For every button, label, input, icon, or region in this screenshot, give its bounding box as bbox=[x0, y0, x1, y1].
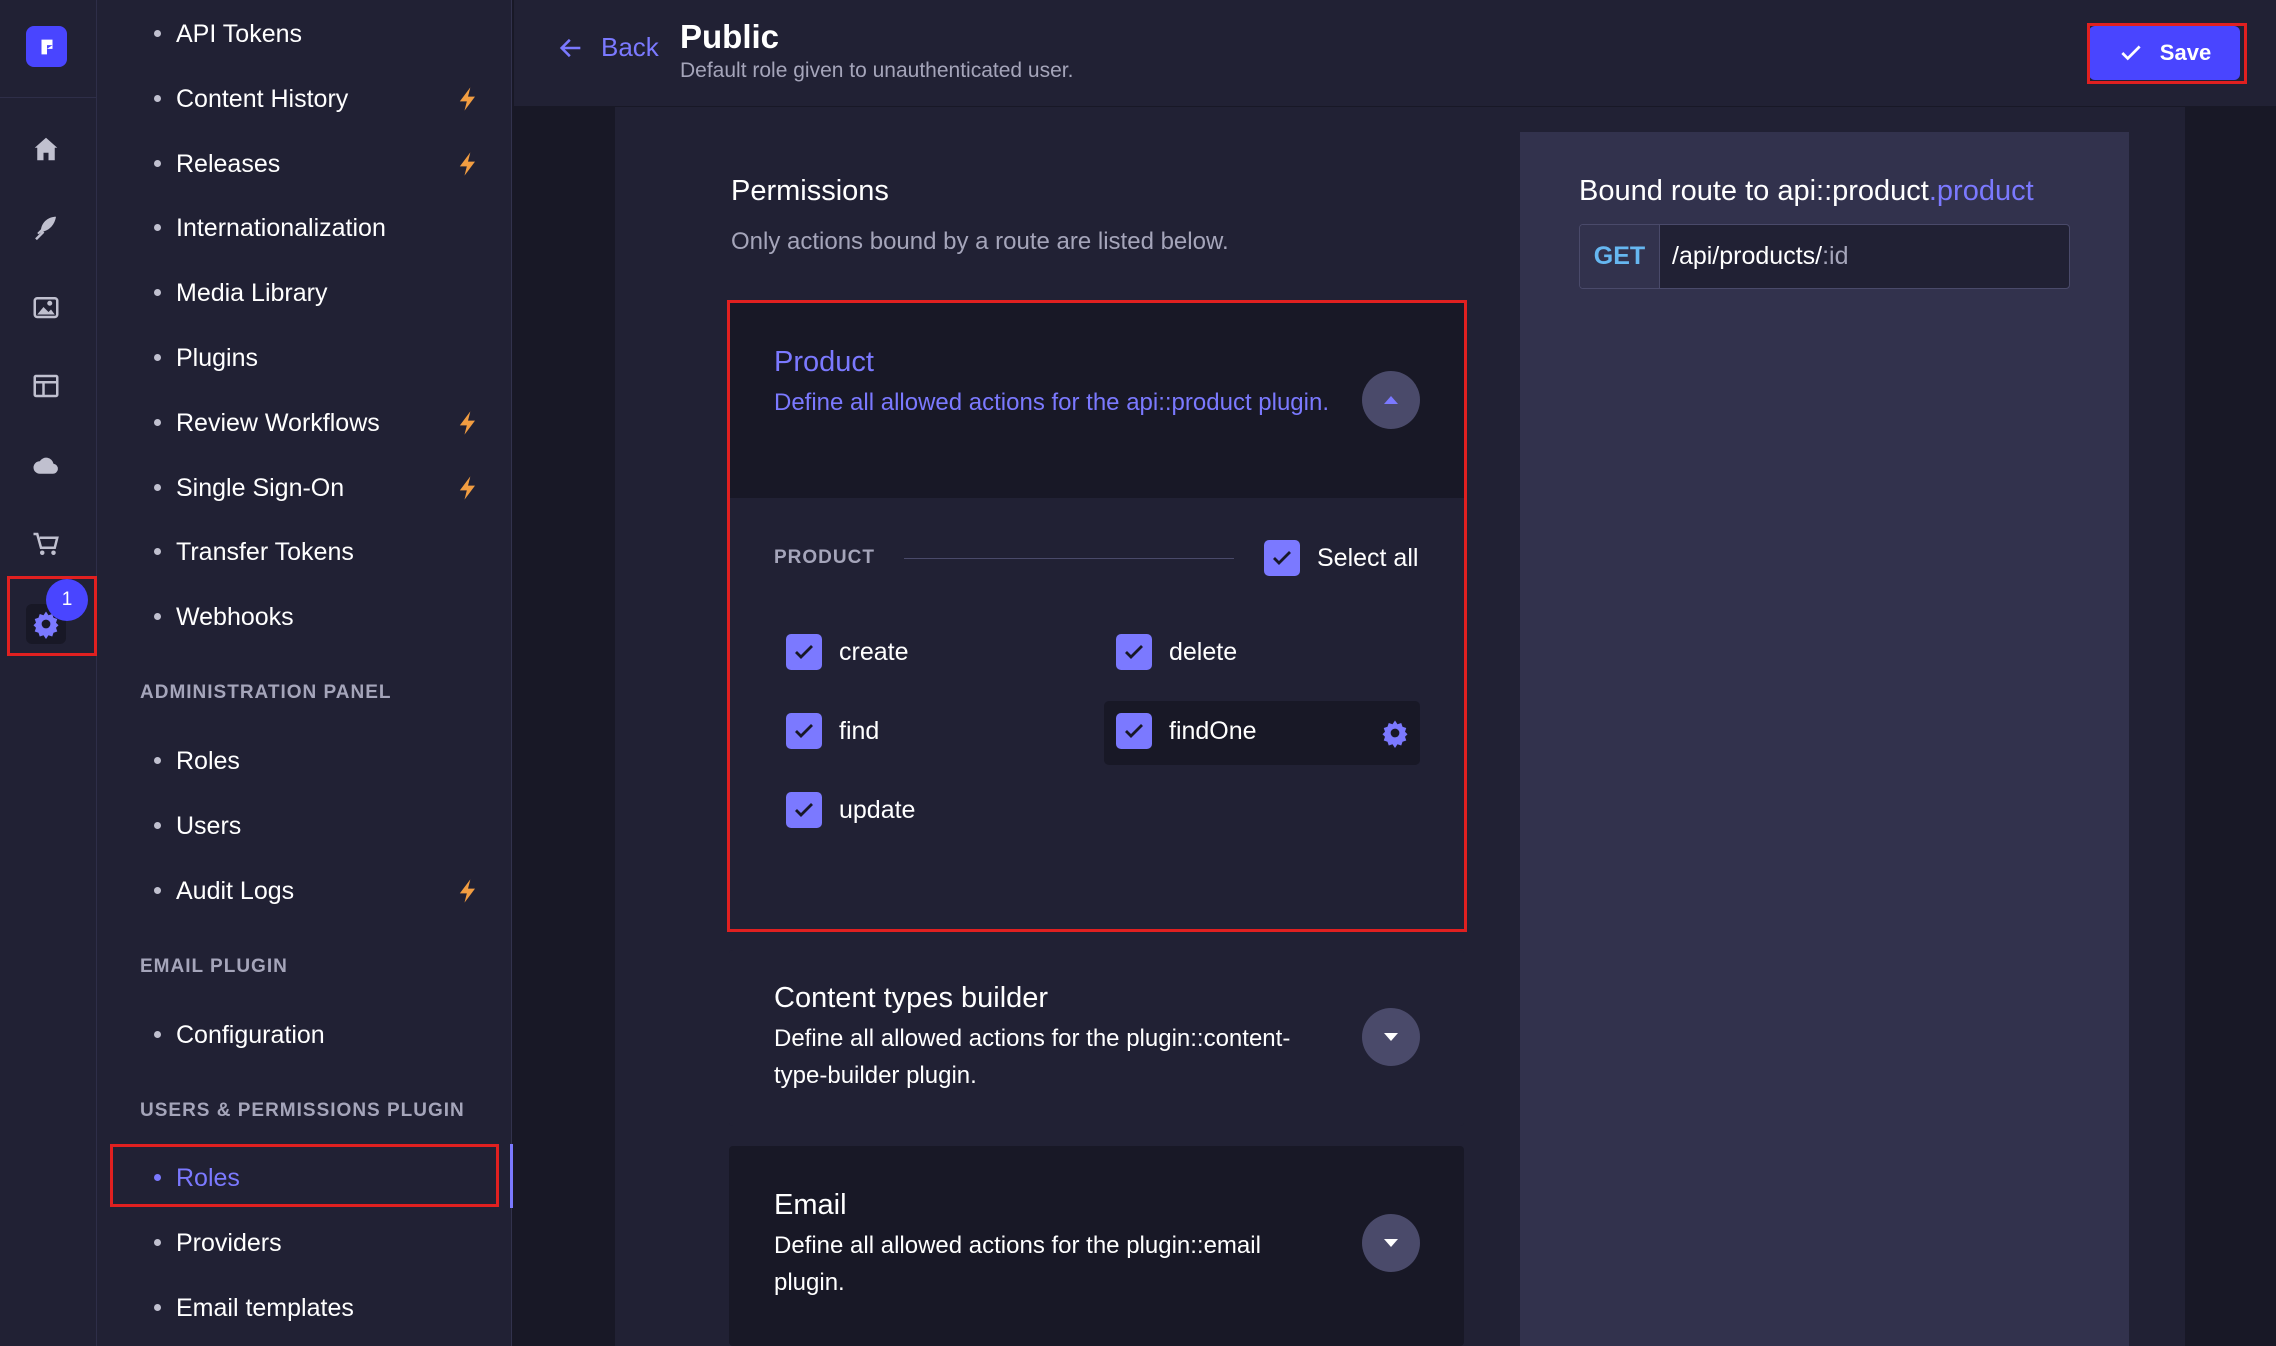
bullet-icon bbox=[154, 822, 161, 829]
checkbox-checked-icon bbox=[1116, 634, 1152, 670]
action-findone-checkbox[interactable]: findOne bbox=[1116, 713, 1257, 749]
bound-route-title: Bound route to api::product.product bbox=[1579, 175, 2034, 207]
nav-section-users-permissions: USERS & PERMISSIONS PLUGIN bbox=[140, 1100, 465, 1121]
bullet-icon bbox=[154, 95, 161, 102]
nav-item-email-templates[interactable]: Email templates bbox=[97, 1280, 512, 1336]
product-accordion-header[interactable]: Product Define all allowed actions for t… bbox=[729, 303, 1464, 498]
arrow-left-icon bbox=[559, 38, 581, 57]
action-create-checkbox[interactable]: create bbox=[786, 634, 908, 670]
nav-item-releases[interactable]: Releases bbox=[97, 136, 512, 192]
accordion-description: Define all allowed actions for the plugi… bbox=[774, 1232, 1261, 1296]
lightning-icon bbox=[459, 152, 475, 176]
permissions-title: Permissions bbox=[731, 175, 889, 207]
bullet-icon bbox=[154, 484, 161, 491]
nav-item-review-workflows[interactable]: Review Workflows bbox=[97, 395, 512, 451]
checkbox-checked-icon bbox=[786, 713, 822, 749]
bullet-icon bbox=[154, 613, 161, 620]
bullet-icon bbox=[154, 548, 161, 555]
http-method-badge: GET bbox=[1580, 225, 1660, 288]
nav-item-webhooks[interactable]: Webhooks bbox=[97, 589, 512, 645]
bullet-icon bbox=[154, 224, 161, 231]
expand-toggle[interactable] bbox=[1362, 1008, 1420, 1066]
nav-item-admin-roles[interactable]: Roles bbox=[97, 733, 512, 789]
expand-toggle[interactable] bbox=[1362, 1214, 1420, 1272]
chevron-down-icon bbox=[1384, 1033, 1398, 1041]
accordion-description: Define all allowed actions for the api::… bbox=[774, 389, 1329, 416]
accordion-description: Define all allowed actions for the plugi… bbox=[774, 1025, 1291, 1089]
layout-icon[interactable] bbox=[26, 366, 66, 406]
nav-item-plugins[interactable]: Plugins bbox=[97, 330, 512, 386]
checkbox-checked-icon bbox=[1264, 540, 1300, 576]
nav-item-media-library[interactable]: Media Library bbox=[97, 265, 512, 321]
bullet-icon bbox=[154, 1239, 161, 1246]
nav-item-single-sign-on[interactable]: Single Sign-On bbox=[97, 460, 512, 516]
content-types-builder-accordion[interactable]: Content types builder Define all allowed… bbox=[729, 950, 1464, 1126]
lightning-icon bbox=[459, 87, 475, 111]
controller-label: PRODUCT bbox=[774, 547, 875, 568]
logo-icon[interactable] bbox=[26, 26, 67, 67]
action-delete-checkbox[interactable]: delete bbox=[1116, 634, 1237, 670]
home-icon[interactable] bbox=[26, 129, 66, 169]
checkbox-checked-icon bbox=[786, 634, 822, 670]
active-indicator bbox=[510, 1144, 513, 1208]
rail-divider bbox=[0, 97, 97, 98]
bullet-icon bbox=[154, 419, 161, 426]
feather-icon[interactable] bbox=[26, 208, 66, 248]
checkbox-checked-icon bbox=[786, 792, 822, 828]
permissions-subtitle: Only actions bound by a route are listed… bbox=[731, 228, 1229, 255]
divider bbox=[904, 558, 1234, 559]
check-icon bbox=[2121, 45, 2141, 61]
action-update-checkbox[interactable]: update bbox=[786, 792, 915, 828]
bullet-icon bbox=[154, 1304, 161, 1311]
bullet-icon bbox=[154, 354, 161, 361]
page-subtitle: Default role given to unauthenticated us… bbox=[680, 59, 1074, 82]
nav-item-api-tokens[interactable]: API Tokens bbox=[97, 6, 512, 62]
bound-route-panel bbox=[1520, 132, 2129, 1346]
bullet-icon bbox=[154, 887, 161, 894]
bullet-icon bbox=[154, 30, 161, 37]
accordion-title: Email bbox=[774, 1189, 847, 1221]
bullet-icon bbox=[154, 757, 161, 764]
nav-item-content-history[interactable]: Content History bbox=[97, 71, 512, 127]
lightning-icon bbox=[459, 879, 475, 903]
nav-item-up-roles[interactable]: Roles bbox=[97, 1150, 512, 1206]
checkbox-checked-icon bbox=[1116, 713, 1152, 749]
cloud-icon[interactable] bbox=[26, 445, 66, 485]
bullet-icon bbox=[154, 1174, 161, 1181]
notification-badge: 1 bbox=[46, 579, 88, 621]
chevron-down-icon bbox=[1384, 1239, 1398, 1247]
nav-item-providers[interactable]: Providers bbox=[97, 1215, 512, 1271]
settings-nav: API Tokens Content History Releases Inte… bbox=[97, 0, 513, 1346]
cart-icon[interactable] bbox=[26, 524, 66, 564]
lightning-icon bbox=[459, 476, 475, 500]
nav-item-users[interactable]: Users bbox=[97, 798, 512, 854]
bullet-icon bbox=[154, 160, 161, 167]
media-icon[interactable] bbox=[26, 287, 66, 327]
route-display: GET /api/products/:id bbox=[1579, 224, 2070, 289]
main-nav-rail: 1 bbox=[0, 0, 97, 1346]
collapse-toggle[interactable] bbox=[1362, 371, 1420, 429]
chevron-up-icon bbox=[1384, 396, 1398, 404]
nav-section-administration: ADMINISTRATION PANEL bbox=[140, 682, 392, 703]
nav-section-email-plugin: EMAIL PLUGIN bbox=[140, 956, 288, 977]
nav-item-audit-logs[interactable]: Audit Logs bbox=[97, 863, 512, 919]
bullet-icon bbox=[154, 289, 161, 296]
bullet-icon bbox=[154, 1031, 161, 1038]
gear-icon[interactable] bbox=[1380, 718, 1410, 748]
accordion-title: Product bbox=[774, 346, 874, 378]
email-accordion[interactable]: Email Define all allowed actions for the… bbox=[729, 1146, 1464, 1346]
back-link[interactable]: Back bbox=[557, 32, 659, 63]
nav-item-configuration[interactable]: Configuration bbox=[97, 1007, 512, 1063]
select-all-checkbox[interactable]: Select all bbox=[1264, 540, 1418, 576]
route-path: /api/products/:id bbox=[1672, 242, 1849, 270]
save-button[interactable]: Save bbox=[2089, 26, 2240, 80]
product-accordion: Product Define all allowed actions for t… bbox=[729, 303, 1464, 931]
action-find-checkbox[interactable]: find bbox=[786, 713, 879, 749]
lightning-icon bbox=[459, 411, 475, 435]
nav-item-transfer-tokens[interactable]: Transfer Tokens bbox=[97, 524, 512, 580]
nav-item-internationalization[interactable]: Internationalization bbox=[97, 200, 512, 256]
page-header: Back Public Default role given to unauth… bbox=[514, 0, 2276, 107]
accordion-title: Content types builder bbox=[774, 982, 1049, 1014]
page-title: Public bbox=[680, 18, 780, 55]
